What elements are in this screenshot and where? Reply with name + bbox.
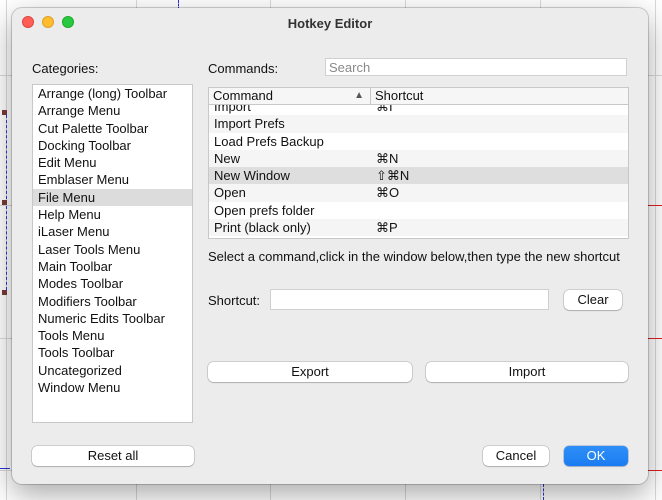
category-item[interactable]: Emblaser Menu	[33, 171, 192, 188]
command-row[interactable]: Import Prefs	[209, 115, 628, 133]
hotkey-editor-window: Hotkey Editor Categories: Arrange (long)…	[12, 8, 648, 484]
command-row[interactable]: New ⌘N	[209, 149, 628, 168]
category-item[interactable]: Arrange Menu	[33, 102, 192, 119]
commands-label: Commands:	[208, 61, 279, 76]
title-bar[interactable]: Hotkey Editor	[12, 8, 648, 38]
categories-label: Categories:	[32, 61, 99, 76]
command-shortcut: ⌘N	[376, 150, 399, 166]
clear-button[interactable]: Clear	[564, 290, 622, 310]
command-row[interactable]: Load Prefs Backup	[209, 133, 628, 150]
category-item[interactable]: File Menu	[33, 188, 192, 207]
category-item[interactable]: Numeric Edits Toolbar	[33, 310, 192, 327]
command-row[interactable]: Print (black only) ⌘P	[209, 219, 628, 237]
command-row[interactable]: Open prefs folder	[209, 202, 628, 219]
command-shortcut: ⌘O	[376, 185, 400, 201]
command-name: Load Prefs Backup	[214, 133, 324, 149]
sort-ascending-icon: ▲	[354, 90, 364, 101]
column-header-command-label: Command	[213, 88, 273, 103]
category-item[interactable]: Uncategorized	[33, 362, 192, 379]
category-item[interactable]: Docking Toolbar	[33, 137, 192, 154]
command-name: New Window	[214, 168, 290, 184]
category-item[interactable]: Help Menu	[33, 206, 192, 223]
category-item[interactable]: Laser Tools Menu	[33, 241, 192, 258]
column-header-command[interactable]: Command ▲	[209, 88, 371, 104]
command-name: Print (keep colors)	[214, 236, 319, 238]
command-name: Import Prefs	[214, 116, 285, 132]
shortcut-label: Shortcut:	[208, 293, 261, 308]
category-item[interactable]: iLaser Menu	[33, 223, 192, 240]
search-input[interactable]	[325, 58, 627, 76]
category-item[interactable]: Window Menu	[33, 379, 192, 396]
command-name: New	[214, 150, 241, 166]
instruction-text: Select a command,click in the window bel…	[208, 249, 620, 264]
commands-table-header: Command ▲ Shortcut	[209, 88, 628, 105]
ok-button[interactable]: OK	[564, 446, 628, 466]
command-name: Print (black only)	[214, 220, 311, 236]
command-shortcut: ⌘P	[376, 220, 398, 236]
command-row[interactable]: Open ⌘O	[209, 184, 628, 202]
cancel-button[interactable]: Cancel	[483, 446, 549, 466]
command-shortcut: ⇧⌘N	[376, 168, 410, 184]
categories-list[interactable]: Arrange (long) Toolbar Arrange Menu Cut Pa…	[32, 84, 193, 423]
category-item[interactable]: Edit Menu	[33, 154, 192, 171]
command-name: Open prefs folder	[214, 202, 315, 218]
command-name: Open	[214, 185, 246, 201]
category-item[interactable]: Tools Toolbar	[33, 344, 192, 361]
category-item[interactable]: Cut Palette Toolbar	[33, 120, 192, 137]
commands-table[interactable]: Import ⌘I Import Prefs Load Prefs Backup New…	[208, 87, 629, 239]
column-header-shortcut-label: Shortcut	[375, 88, 424, 103]
category-item[interactable]: Modifiers Toolbar	[33, 293, 192, 310]
window-title: Hotkey Editor	[287, 16, 373, 31]
import-button[interactable]: Import	[426, 362, 628, 382]
command-row[interactable]: New Window ⇧⌘N	[209, 167, 628, 185]
category-item[interactable]: Arrange (long) Toolbar	[33, 85, 192, 102]
command-shortcut: ⇧⌘P	[376, 236, 409, 238]
command-row[interactable]: Print (keep colors) ⇧⌘P	[209, 236, 628, 238]
reset-all-button[interactable]: Reset all	[32, 446, 194, 466]
column-header-shortcut[interactable]: Shortcut	[371, 88, 628, 104]
export-button[interactable]: Export	[208, 362, 412, 382]
shortcut-input[interactable]	[270, 289, 549, 310]
category-item[interactable]: Modes Toolbar	[33, 275, 192, 292]
category-item[interactable]: Main Toolbar	[33, 258, 192, 275]
commands-table-body[interactable]: Import ⌘I Import Prefs Load Prefs Backup New…	[209, 98, 628, 238]
category-item[interactable]: Tools Menu	[33, 327, 192, 344]
